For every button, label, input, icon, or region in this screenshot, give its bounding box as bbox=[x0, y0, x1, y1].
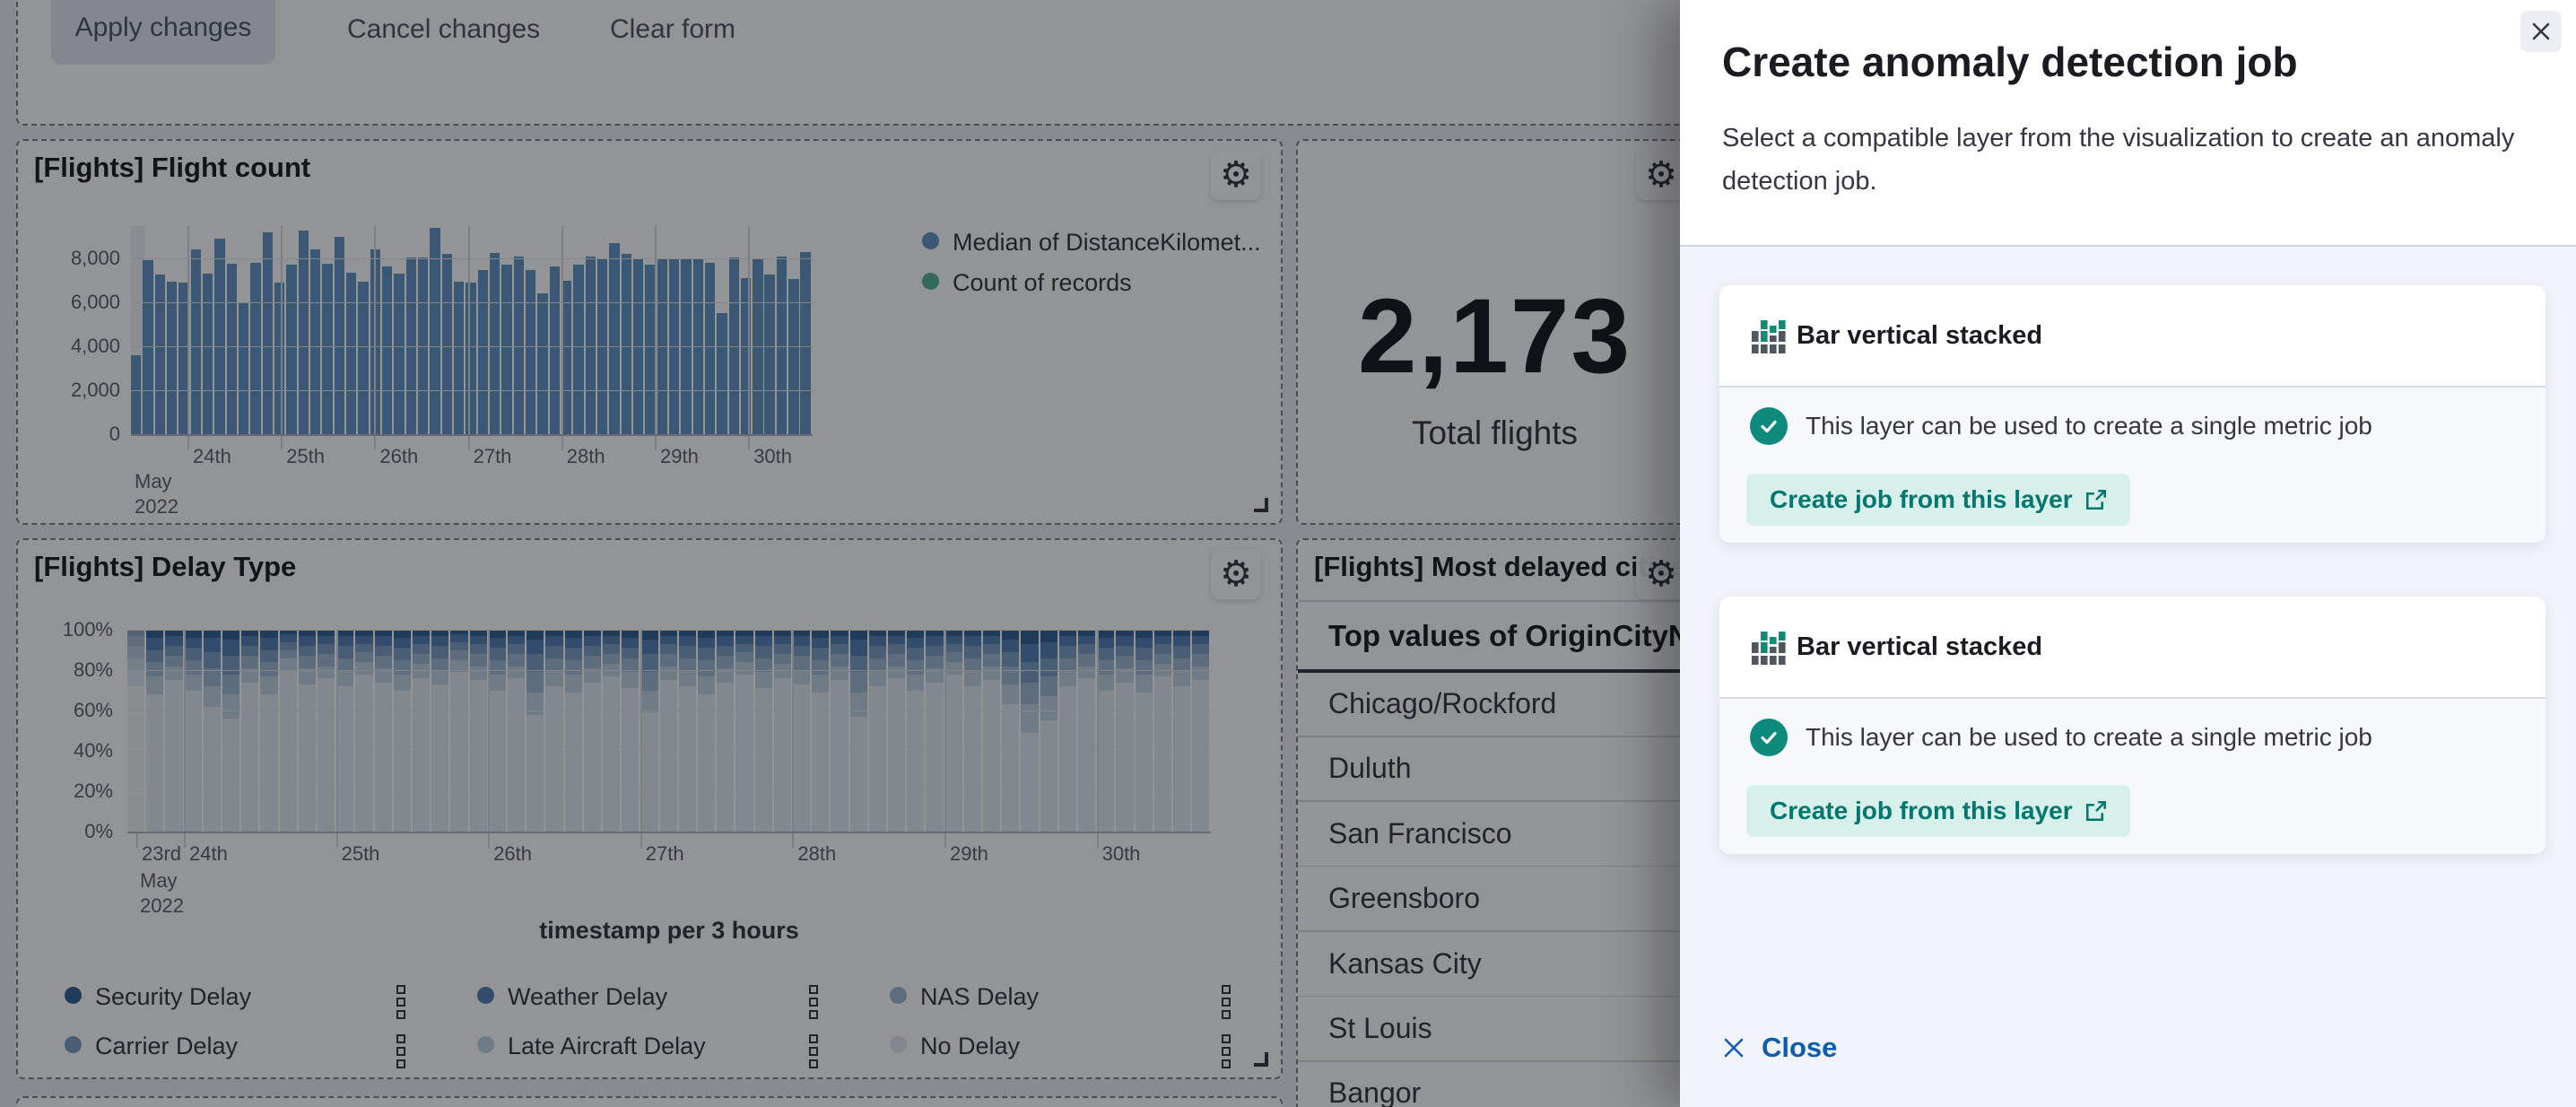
create-job-from-layer-button[interactable]: Create job from this layer bbox=[1746, 785, 2130, 837]
app-root: Apply changes Cancel changes Clear form … bbox=[0, 0, 2576, 1107]
external-link-icon bbox=[2085, 800, 2107, 822]
overlay-mask bbox=[0, 0, 1681, 1107]
layer-card-header: Bar vertical stacked bbox=[1719, 597, 2546, 697]
layer-card-header: Bar vertical stacked bbox=[1719, 285, 2546, 386]
close-icon-button[interactable] bbox=[2520, 11, 2562, 52]
layer-card: Bar vertical stacked This layer can be u… bbox=[1719, 597, 2546, 854]
layer-card-body: This layer can be used to create a singl… bbox=[1719, 699, 2546, 854]
layer-compatibility-text: This layer can be used to create a singl… bbox=[1806, 719, 2372, 756]
create-anomaly-job-flyout: Create anomaly detection job Select a co… bbox=[1680, 0, 2576, 1107]
check-in-circle-icon bbox=[1750, 407, 1788, 445]
flyout-description: Select a compatible layer from the visua… bbox=[1722, 117, 2576, 203]
layer-card-body: This layer can be used to create a singl… bbox=[1719, 388, 2546, 543]
bar-vertical-stacked-icon bbox=[1752, 628, 1786, 666]
external-link-icon bbox=[2085, 489, 2107, 510]
flyout-close-link[interactable]: Close bbox=[1720, 1032, 1837, 1064]
flyout-title: Create anomaly detection job bbox=[1722, 38, 2298, 86]
layer-card-title: Bar vertical stacked bbox=[1797, 285, 2042, 386]
layer-compatibility-text: This layer can be used to create a singl… bbox=[1806, 407, 2372, 445]
layer-card: Bar vertical stacked This layer can be u… bbox=[1719, 285, 2546, 543]
flyout-header: Create anomaly detection job Select a co… bbox=[1680, 0, 2576, 246]
create-job-from-layer-button[interactable]: Create job from this layer bbox=[1746, 474, 2130, 526]
check-in-circle-icon bbox=[1750, 719, 1788, 756]
close-icon bbox=[1720, 1034, 1747, 1061]
close-icon bbox=[2528, 18, 2554, 45]
bar-vertical-stacked-icon bbox=[1752, 317, 1786, 354]
flyout-body: Bar vertical stacked This layer can be u… bbox=[1680, 247, 2576, 1107]
layer-card-title: Bar vertical stacked bbox=[1797, 597, 2042, 697]
